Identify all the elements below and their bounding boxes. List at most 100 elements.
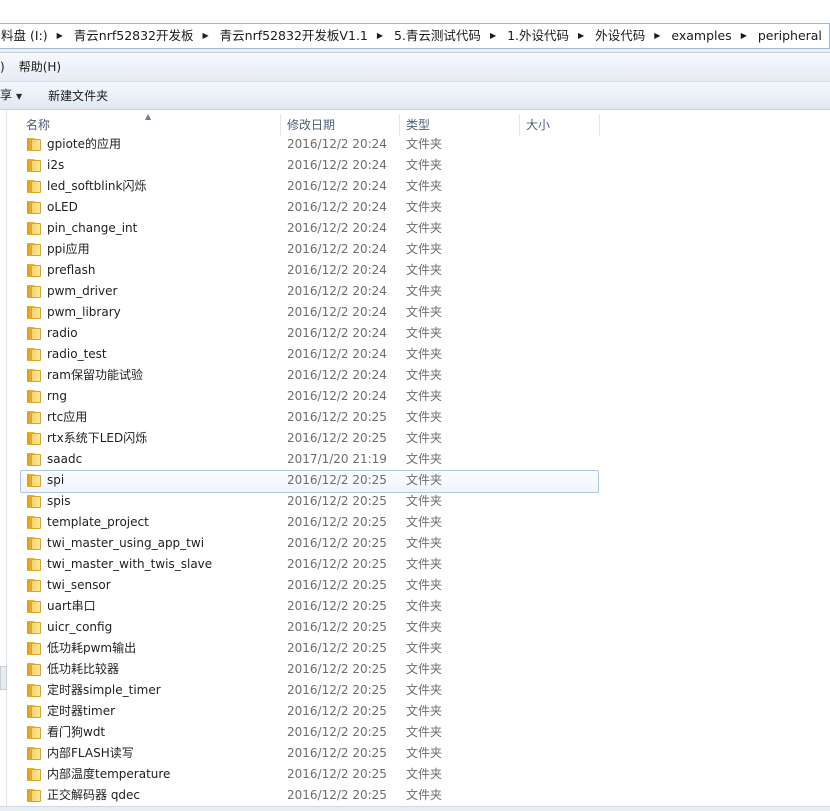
file-name: 内部温度temperature <box>47 767 171 781</box>
file-row[interactable]: oLED 2016/12/2 20:24 文件夹 <box>20 197 620 218</box>
chevron-right-icon[interactable]: ▶ <box>485 24 503 48</box>
file-date: 2016/12/2 20:24 <box>287 284 387 298</box>
file-row[interactable]: 定时器simple_timer 2016/12/2 20:25 文件夹 <box>20 680 620 701</box>
breadcrumb[interactable]: 料盘 (I:) ▶ 青云nrf52832开发板 ▶ 青云nrf52832开发板V1.1 ▶… <box>0 23 830 49</box>
file-row[interactable]: 定时器timer 2016/12/2 20:25 文件夹 <box>20 701 620 722</box>
folder-icon <box>27 537 42 550</box>
menu-item-partial[interactable]: ) <box>0 53 5 82</box>
file-date: 2016/12/2 20:24 <box>287 158 387 172</box>
file-type: 文件夹 <box>406 494 443 508</box>
folder-icon <box>27 789 42 802</box>
file-row[interactable]: rng 2016/12/2 20:24 文件夹 <box>20 386 620 407</box>
file-name: oLED <box>47 200 78 214</box>
chevron-right-icon[interactable]: ▶ <box>573 24 591 48</box>
file-row[interactable]: gpiote的应用 2016/12/2 20:24 文件夹 <box>20 134 620 155</box>
file-type: 文件夹 <box>406 704 443 718</box>
toolbar-share-button[interactable]: 享 ▼ <box>0 81 22 111</box>
breadcrumb-item[interactable]: examples <box>667 24 735 48</box>
folder-icon <box>27 264 42 277</box>
column-header: 名称 ▲ 修改日期 类型 大小 <box>20 112 600 136</box>
file-type: 文件夹 <box>406 347 443 361</box>
chevron-right-icon[interactable]: ▶ <box>198 24 216 48</box>
file-row[interactable]: pwm_driver 2016/12/2 20:24 文件夹 <box>20 281 620 302</box>
file-row[interactable]: radio 2016/12/2 20:24 文件夹 <box>20 323 620 344</box>
chevron-right-icon[interactable]: ▶ <box>736 24 754 48</box>
breadcrumb-item[interactable]: 料盘 (I:) <box>0 24 52 48</box>
folder-icon <box>27 243 42 256</box>
file-row[interactable]: 看门狗wdt 2016/12/2 20:25 文件夹 <box>20 722 620 743</box>
file-row[interactable]: rtx系统下LED闪烁 2016/12/2 20:25 文件夹 <box>20 428 620 449</box>
file-row[interactable]: ppi应用 2016/12/2 20:24 文件夹 <box>20 239 620 260</box>
column-date[interactable]: 修改日期 <box>281 114 400 136</box>
file-name: saadc <box>47 452 83 466</box>
chevron-right-icon[interactable]: ▶ <box>372 24 390 48</box>
file-row[interactable]: template_project 2016/12/2 20:25 文件夹 <box>20 512 620 533</box>
breadcrumb-item[interactable]: peripheral <box>754 24 826 48</box>
column-size[interactable]: 大小 <box>520 114 600 136</box>
file-row[interactable]: 低功耗pwm输出 2016/12/2 20:25 文件夹 <box>20 638 620 659</box>
file-row[interactable]: uart串口 2016/12/2 20:25 文件夹 <box>20 596 620 617</box>
file-date: 2017/1/20 21:19 <box>287 452 387 466</box>
navigation-pane-scrollbar[interactable] <box>0 666 7 690</box>
folder-icon <box>27 201 42 214</box>
file-date: 2016/12/2 20:24 <box>287 221 387 235</box>
file-date: 2016/12/2 20:24 <box>287 368 387 382</box>
file-row[interactable]: pin_change_int 2016/12/2 20:24 文件夹 <box>20 218 620 239</box>
file-type: 文件夹 <box>406 410 443 424</box>
file-name: ppi应用 <box>47 242 90 256</box>
file-date: 2016/12/2 20:25 <box>287 620 387 634</box>
file-date: 2016/12/2 20:24 <box>287 137 387 151</box>
file-type: 文件夹 <box>406 452 443 466</box>
file-row[interactable]: saadc 2017/1/20 21:19 文件夹 <box>20 449 620 470</box>
file-row[interactable]: twi_master_using_app_twi 2016/12/2 20:25 文… <box>20 533 620 554</box>
file-row[interactable]: 正交解码器 qdec 2016/12/2 20:25 文件夹 <box>20 785 620 806</box>
menu-item-help[interactable]: 帮助(H) <box>19 53 61 82</box>
breadcrumb-item[interactable]: 5.青云测试代码 <box>390 24 485 48</box>
file-row[interactable]: twi_master_with_twis_slave 2016/12/2 20:2… <box>20 554 620 575</box>
breadcrumb-item[interactable]: 1.外设代码 <box>503 24 573 48</box>
column-type[interactable]: 类型 <box>400 114 520 136</box>
folder-icon <box>27 327 42 340</box>
new-folder-button[interactable]: 新建文件夹 <box>48 82 108 110</box>
chevron-right-icon[interactable]: ▶ <box>649 24 667 48</box>
file-row[interactable]: led_softblink闪烁 2016/12/2 20:24 文件夹 <box>20 176 620 197</box>
navigation-pane[interactable] <box>0 110 7 811</box>
chevron-right-icon[interactable]: ▶ <box>52 24 70 48</box>
column-type-label: 类型 <box>406 118 431 132</box>
file-name: rng <box>47 389 67 403</box>
file-row[interactable]: rtc应用 2016/12/2 20:25 文件夹 <box>20 407 620 428</box>
chevron-right-icon[interactable]: ▶ <box>826 24 829 48</box>
file-row[interactable]: spis 2016/12/2 20:25 文件夹 <box>20 491 620 512</box>
file-name: spi <box>47 473 65 487</box>
file-row[interactable]: 内部温度temperature 2016/12/2 20:25 文件夹 <box>20 764 620 785</box>
column-date-label: 修改日期 <box>287 118 336 132</box>
folder-icon <box>27 348 42 361</box>
file-date: 2016/12/2 20:25 <box>287 704 387 718</box>
file-row[interactable]: ram保留功能试验 2016/12/2 20:24 文件夹 <box>20 365 620 386</box>
file-row[interactable]: preflash 2016/12/2 20:24 文件夹 <box>20 260 620 281</box>
folder-icon <box>27 768 42 781</box>
file-date: 2016/12/2 20:25 <box>287 473 387 487</box>
column-name-label: 名称 <box>26 118 51 132</box>
breadcrumb-item[interactable]: 外设代码 <box>591 24 649 48</box>
file-name: twi_sensor <box>47 578 111 592</box>
file-row[interactable]: i2s 2016/12/2 20:24 文件夹 <box>20 155 620 176</box>
file-row[interactable]: pwm_library 2016/12/2 20:24 文件夹 <box>20 302 620 323</box>
file-row[interactable]: twi_sensor 2016/12/2 20:25 文件夹 <box>20 575 620 596</box>
column-name[interactable]: 名称 ▲ <box>20 112 281 136</box>
file-date: 2016/12/2 20:25 <box>287 662 387 676</box>
file-row[interactable]: 低功耗比较器 2016/12/2 20:25 文件夹 <box>20 659 620 680</box>
file-date: 2016/12/2 20:25 <box>287 557 387 571</box>
status-strip <box>0 806 830 811</box>
file-row[interactable]: spi 2016/12/2 20:25 文件夹 <box>20 470 620 493</box>
file-row[interactable]: radio_test 2016/12/2 20:24 文件夹 <box>20 344 620 365</box>
file-name: 内部FLASH读写 <box>47 746 134 760</box>
folder-icon <box>27 579 42 592</box>
file-date: 2016/12/2 20:24 <box>287 200 387 214</box>
file-row[interactable]: uicr_config 2016/12/2 20:25 文件夹 <box>20 617 620 638</box>
breadcrumb-item[interactable]: 青云nrf52832开发板 <box>70 24 198 48</box>
file-row[interactable]: 内部FLASH读写 2016/12/2 20:25 文件夹 <box>20 743 620 764</box>
file-name: 看门狗wdt <box>47 725 106 739</box>
breadcrumb-item[interactable]: 青云nrf52832开发板V1.1 <box>216 24 372 48</box>
caret-down-icon: ▼ <box>16 91 23 101</box>
